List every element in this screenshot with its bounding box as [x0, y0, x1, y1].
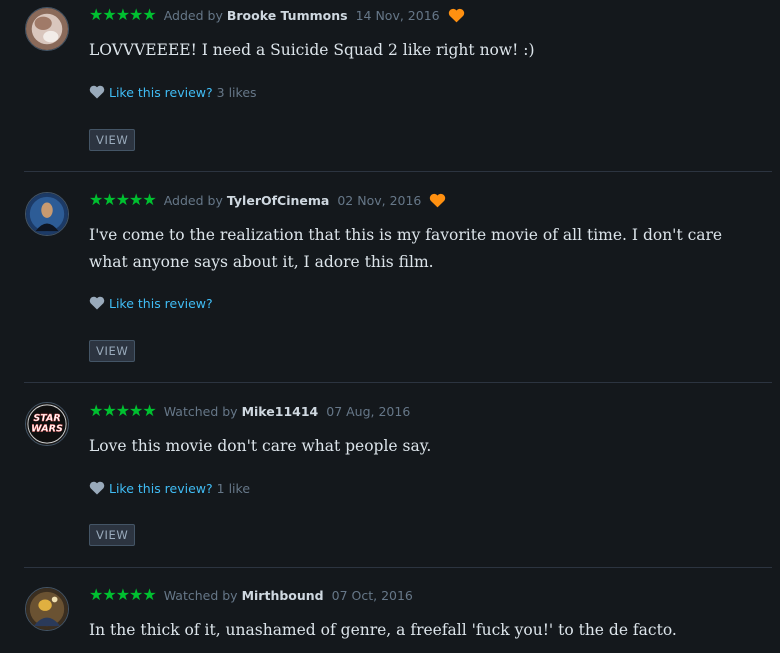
avatar[interactable]	[25, 7, 69, 51]
author-link[interactable]: TylerOfCinema	[227, 193, 329, 208]
review-date[interactable]: 14 Nov, 2016	[356, 8, 440, 23]
svg-text:WARS: WARS	[31, 424, 63, 435]
heart-icon[interactable]	[89, 481, 105, 495]
review-text: LOVVVEEEE! I need a Suicide Squad 2 like…	[89, 41, 535, 59]
rating-stars: ★★★★★	[89, 5, 157, 24]
liked-heart-icon	[430, 193, 446, 207]
like-review-link[interactable]: Like this review?	[109, 296, 213, 311]
author-link[interactable]: Brooke Tummons	[227, 8, 348, 23]
heart-icon[interactable]	[89, 296, 105, 310]
liked-heart-icon	[448, 8, 464, 22]
divider	[24, 567, 772, 568]
like-count[interactable]: 3 likes	[217, 85, 257, 100]
avatar[interactable]	[25, 192, 69, 236]
like-row: Like this review? 3 likes	[89, 84, 257, 100]
rating-stars: ★★★★★	[89, 401, 157, 420]
review-text: In the thick of it, unashamed of genre, …	[89, 621, 677, 639]
review-date[interactable]: 07 Oct, 2016	[332, 588, 413, 603]
author-link[interactable]: Mike11414	[242, 404, 319, 419]
user-avatar-icon	[26, 8, 68, 50]
activity-verb: Watched by	[163, 403, 238, 419]
heart-icon[interactable]	[89, 85, 105, 99]
divider	[24, 382, 772, 383]
user-avatar-icon	[26, 588, 68, 630]
activity-verb: Added by	[163, 192, 223, 208]
avatar[interactable]: STAR WARS	[25, 402, 69, 446]
view-button[interactable]: VIEW	[89, 129, 136, 151]
review-meta: ★★★★★ Added by Brooke Tummons 14 Nov, 20…	[89, 6, 465, 24]
activity-verb: Watched by	[163, 587, 238, 603]
review-meta: ★★★★★ Watched by Mirthbound 07 Oct, 2016	[89, 586, 413, 604]
activity-verb: Added by	[163, 7, 223, 23]
review-date[interactable]: 07 Aug, 2016	[326, 404, 410, 419]
view-button[interactable]: VIEW	[89, 524, 136, 546]
like-row: Like this review? 1 like	[89, 480, 250, 496]
like-review-link[interactable]: Like this review?	[109, 85, 213, 100]
avatar[interactable]	[25, 587, 69, 631]
like-review-link[interactable]: Like this review?	[109, 481, 213, 496]
author-link[interactable]: Mirthbound	[242, 588, 324, 603]
like-count[interactable]: 1 like	[217, 481, 250, 496]
rating-stars: ★★★★★	[89, 585, 157, 604]
svg-text:STAR: STAR	[33, 413, 60, 424]
review-meta: ★★★★★ Added by TylerOfCinema 02 Nov, 201…	[89, 191, 446, 209]
divider	[24, 171, 772, 172]
review-text: I've come to the realization that this i…	[89, 226, 723, 271]
like-row: Like this review?	[89, 295, 217, 311]
user-avatar-icon	[26, 193, 68, 235]
star-wars-logo-icon: STAR WARS	[26, 403, 68, 445]
review-text: Love this movie don't care what people s…	[89, 437, 432, 455]
review-date[interactable]: 02 Nov, 2016	[337, 193, 421, 208]
view-button[interactable]: VIEW	[89, 340, 136, 362]
rating-stars: ★★★★★	[89, 190, 157, 209]
review-meta: ★★★★★ Watched by Mike11414 07 Aug, 2016	[89, 402, 410, 420]
